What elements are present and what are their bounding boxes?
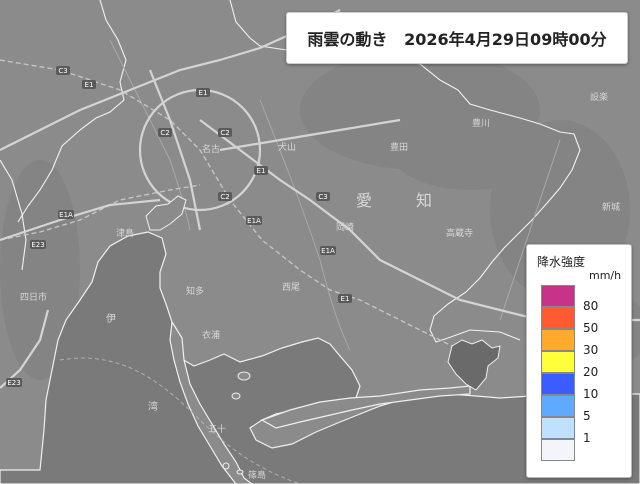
svg-text:C3: C3 <box>58 67 67 75</box>
place-label: 犬山 <box>278 141 296 153</box>
place-label: 名古 <box>202 143 220 155</box>
place-label: 設楽 <box>590 91 608 103</box>
road-shield-e1: E1 <box>254 166 268 175</box>
legend-row: 10 <box>541 373 625 401</box>
legend-scale: 80 50 30 20 10 5 1 <box>541 285 625 461</box>
road-shield-e1: E1 <box>338 294 352 303</box>
title-spacer <box>387 29 404 48</box>
road-shield-e23: E23 <box>30 240 46 249</box>
legend-swatch <box>541 439 575 461</box>
legend-row: 20 <box>541 351 625 379</box>
precipitation-legend: 降水強度 mm/h 80 50 30 20 10 5 1 <box>526 244 632 478</box>
legend-row: 1 <box>541 417 625 445</box>
place-label: 岡崎 <box>336 221 354 233</box>
place-label: 高蔵寺 <box>446 227 473 239</box>
legend-row <box>541 439 625 461</box>
place-label: 四日市 <box>20 291 47 303</box>
svg-text:C2: C2 <box>160 129 169 137</box>
legend-row: 50 <box>541 307 625 335</box>
legend-unit: mm/h <box>589 269 622 282</box>
prefecture-label: 愛 <box>356 191 372 210</box>
place-label: 篠島 <box>248 469 266 481</box>
legend-swatch <box>541 417 575 439</box>
road-shield-e1a: E1A <box>320 246 336 255</box>
road-shield-c2: C2 <box>218 128 232 137</box>
svg-text:E1A: E1A <box>321 247 335 255</box>
svg-text:C3: C3 <box>318 193 327 201</box>
place-label: 知多 <box>186 285 204 297</box>
prefecture-label: 知 <box>416 191 432 210</box>
place-label: 豊川 <box>472 117 490 129</box>
road-shield-c3: C3 <box>316 192 330 201</box>
svg-text:E1: E1 <box>341 295 350 303</box>
legend-swatch <box>541 285 575 307</box>
road-shield-e23: E23 <box>6 378 22 387</box>
road-shield-e1a: E1A <box>58 210 74 219</box>
title-panel: 雨雲の動き 2026年4月29日09時00分 <box>286 12 628 64</box>
legend-row: 30 <box>541 329 625 357</box>
legend-swatch <box>541 329 575 351</box>
svg-text:E23: E23 <box>31 241 44 249</box>
place-label: 五十 <box>208 423 226 435</box>
svg-text:E1: E1 <box>199 89 208 97</box>
road-shield-c2: C2 <box>158 128 172 137</box>
place-label: 西尾 <box>282 282 300 293</box>
svg-text:E1: E1 <box>85 81 94 89</box>
road-shield-e1: E1 <box>196 88 210 97</box>
observation-time: 2026年4月29日09時00分 <box>404 30 607 49</box>
road-shield-c3: C3 <box>56 66 70 75</box>
road-shield-e1: E1 <box>82 80 96 89</box>
legend-row: 5 <box>541 395 625 423</box>
svg-text:E1A: E1A <box>247 217 261 225</box>
place-label: 衣浦 <box>202 329 220 341</box>
map-title: 雨雲の動き <box>307 30 388 49</box>
place-label: 湾 <box>148 400 158 413</box>
svg-text:C2: C2 <box>220 129 229 137</box>
svg-text:E1: E1 <box>257 167 266 175</box>
place-label: 新城 <box>602 201 620 213</box>
legend-title: 降水強度 <box>537 255 586 269</box>
legend-swatch <box>541 373 575 395</box>
road-shield-c2: C2 <box>218 192 232 201</box>
svg-text:C2: C2 <box>220 193 229 201</box>
svg-text:E1A: E1A <box>59 211 73 219</box>
place-label: 豊田 <box>390 141 408 153</box>
place-label: 伊 <box>106 313 116 325</box>
place-label: 津島 <box>116 227 134 239</box>
svg-text:E23: E23 <box>7 379 20 387</box>
legend-row: 80 <box>541 285 625 313</box>
legend-swatch <box>541 307 575 329</box>
road-shield-e1a: E1A <box>246 216 262 225</box>
legend-swatch <box>541 395 575 417</box>
legend-swatch <box>541 351 575 373</box>
